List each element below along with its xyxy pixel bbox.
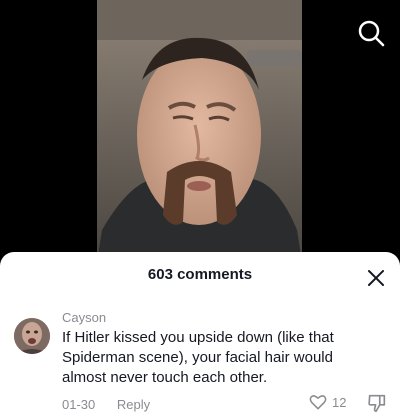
close-icon <box>368 270 384 286</box>
comment-date: 01-30 <box>62 397 96 412</box>
avatar[interactable] <box>14 318 50 354</box>
reply-button[interactable]: Reply <box>117 397 150 412</box>
like-count: 12 <box>332 394 347 410</box>
search-button[interactable] <box>356 18 386 48</box>
comment-username[interactable]: Cayson <box>62 310 106 325</box>
comments-header: 603 comments <box>0 252 400 298</box>
video-frame <box>97 0 302 262</box>
avatar-image <box>14 318 50 354</box>
video-thumbnail <box>97 0 302 262</box>
close-button[interactable] <box>366 268 386 288</box>
dislike-button[interactable] <box>366 392 388 414</box>
comment-meta: 01-30 Reply <box>62 397 150 412</box>
comments-count: 603 comments <box>147 266 253 283</box>
thumb-down-icon <box>368 394 386 413</box>
video-player[interactable] <box>0 0 400 262</box>
comment-text: If Hitler kissed you upside down (like t… <box>62 329 334 386</box>
heart-outline-icon <box>309 395 327 410</box>
search-icon <box>358 20 385 47</box>
like-button[interactable]: 12 <box>308 392 346 412</box>
